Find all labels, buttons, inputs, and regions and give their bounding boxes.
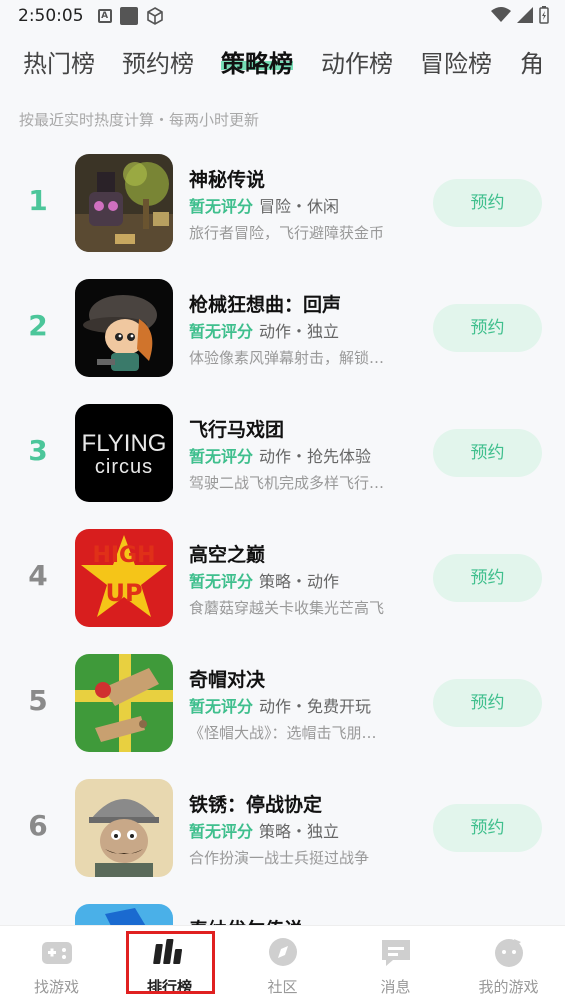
game-meta: 暂无评分 动作・免费开玩	[189, 693, 371, 717]
nav-label: 消息	[380, 978, 411, 996]
battery-icon	[539, 6, 549, 24]
game-icon[interactable]	[75, 279, 173, 377]
game-meta: 暂无评分 策略・动作	[189, 568, 339, 592]
rank-number: 3	[28, 434, 48, 467]
game-icon[interactable]: HIGH UP	[75, 529, 173, 627]
score-label: 暂无评分	[189, 447, 254, 466]
game-title: 铁锈：停战协定	[189, 794, 323, 816]
icon-text: UP	[105, 579, 143, 607]
tab-strategy[interactable]: 策略榜	[221, 44, 293, 79]
game-tags: 动作・免费开玩	[259, 697, 372, 716]
score-label: 暂无评分	[189, 697, 254, 716]
rank-number: 1	[28, 184, 48, 217]
icon-text: HIGH	[92, 543, 156, 568]
list-item[interactable]: 3 FLYING circus 飞行马戏团 暂无评分 动作・抢先体验 驾驶二战飞机…	[0, 402, 565, 502]
tab-role[interactable]: 角	[520, 44, 544, 79]
game-meta: 暂无评分 冒险・休闲	[189, 193, 339, 217]
compass-icon	[268, 938, 297, 966]
tab-adventure[interactable]: 冒险榜	[420, 44, 492, 79]
rank-number: 6	[28, 809, 48, 842]
game-tags: 冒险・休闲	[259, 197, 340, 216]
game-title: 高空之巅	[189, 544, 266, 566]
list-item[interactable]: 1 神秘传说 暂无评分 冒险・休闲 旅行者冒险，飞行避障获金币 预约	[0, 152, 565, 252]
nav-find-games[interactable]: 找游戏	[0, 926, 113, 1004]
app-notification-icon	[119, 7, 138, 25]
message-icon	[381, 940, 410, 966]
score-label: 暂无评分	[189, 322, 254, 341]
game-tags: 策略・动作	[259, 572, 340, 591]
icon-text: FLYING	[81, 430, 167, 457]
tab-action[interactable]: 动作榜	[321, 44, 393, 79]
game-icon[interactable]	[75, 779, 173, 877]
gamepad-icon	[41, 942, 72, 964]
profile-icon	[494, 939, 523, 967]
nav-messages[interactable]: 消息	[339, 926, 452, 1004]
list-item[interactable]: 5 奇帽对决 暂无评分 动作・免费开玩 《怪帽大战》：选帽击飞朋… 预约	[0, 652, 565, 752]
status-time: 2:50:05	[18, 6, 84, 26]
game-description: 体验像素风弹幕射击，解锁…	[189, 349, 385, 367]
reserve-button[interactable]: 预约	[433, 429, 542, 477]
keyboard-icon: A	[97, 9, 112, 23]
game-description: 《怪帽大战》：选帽击飞朋…	[189, 724, 377, 742]
game-tags: 动作・抢先体验	[259, 447, 372, 466]
nav-my-games[interactable]: 我的游戏	[452, 926, 565, 1004]
rank-number: 4	[28, 559, 48, 592]
nav-community[interactable]: 社区	[226, 926, 339, 1004]
nav-label: 社区	[267, 978, 298, 996]
game-icon[interactable]	[75, 154, 173, 252]
score-label: 暂无评分	[189, 572, 254, 591]
score-label: 暂无评分	[189, 197, 254, 216]
reserve-button[interactable]: 预约	[433, 804, 542, 852]
game-description: 合作扮演一战士兵挺过战争	[189, 849, 370, 867]
annotation-highlight-box	[126, 931, 215, 994]
tab-hot[interactable]: 热门榜	[23, 44, 95, 79]
bottom-nav: 找游戏 排行榜 社区 消息 我的游戏	[0, 925, 565, 1004]
rank-number: 5	[28, 684, 48, 717]
reserve-button[interactable]: 预约	[433, 554, 542, 602]
game-tags: 动作・独立	[259, 322, 340, 341]
reserve-button[interactable]: 预约	[433, 179, 542, 227]
game-icon[interactable]	[75, 654, 173, 752]
list-item[interactable]: 4 HIGH UP 高空之巅 暂无评分 策略・动作 食蘑菇穿越关卡收集光芒高飞 预…	[0, 527, 565, 627]
signal-icon	[517, 7, 533, 23]
game-meta: 暂无评分 动作・独立	[189, 318, 339, 342]
game-icon[interactable]: FLYING circus	[75, 404, 173, 502]
game-tags: 策略・独立	[259, 822, 340, 841]
game-meta: 暂无评分 策略・独立	[189, 818, 339, 842]
nav-label: 找游戏	[33, 978, 79, 996]
wifi-icon	[491, 7, 511, 22]
list-item[interactable]: 6 铁锈：停战协定 暂无评分 策略・独立 合作扮演一战士兵挺过战争 预约	[0, 777, 565, 877]
list-item[interactable]: 2 枪械狂想曲：回声 暂无评分 动作・独立 体验像素风弹幕射击，解锁… 预约	[0, 277, 565, 377]
rank-number: 2	[28, 309, 48, 342]
ranking-note: 按最近实时热度计算・每两小时更新	[19, 111, 260, 129]
game-title: 枪械狂想曲：回声	[189, 294, 342, 316]
nav-label: 我的游戏	[478, 978, 539, 996]
reserve-button[interactable]: 预约	[433, 679, 542, 727]
game-description: 驾驶二战飞机完成多样飞行…	[189, 474, 385, 492]
game-title: 奇帽对决	[189, 669, 266, 691]
game-description: 旅行者冒险，飞行避障获金币	[189, 224, 385, 242]
score-label: 暂无评分	[189, 822, 254, 841]
game-description: 食蘑菇穿越关卡收集光芒高飞	[189, 599, 385, 617]
status-bar: 2:50:05 A	[0, 0, 565, 32]
category-tabs: 热门榜 预约榜 策略榜 动作榜 冒险榜 角	[0, 44, 565, 88]
icon-text: circus	[94, 456, 154, 478]
game-title: 飞行马戏团	[189, 419, 285, 441]
game-title: 神秘传说	[189, 169, 266, 191]
tab-reservation[interactable]: 预约榜	[122, 44, 194, 79]
game-meta: 暂无评分 动作・抢先体验	[189, 443, 371, 467]
cube-icon	[146, 7, 163, 25]
reserve-button[interactable]: 预约	[433, 304, 542, 352]
